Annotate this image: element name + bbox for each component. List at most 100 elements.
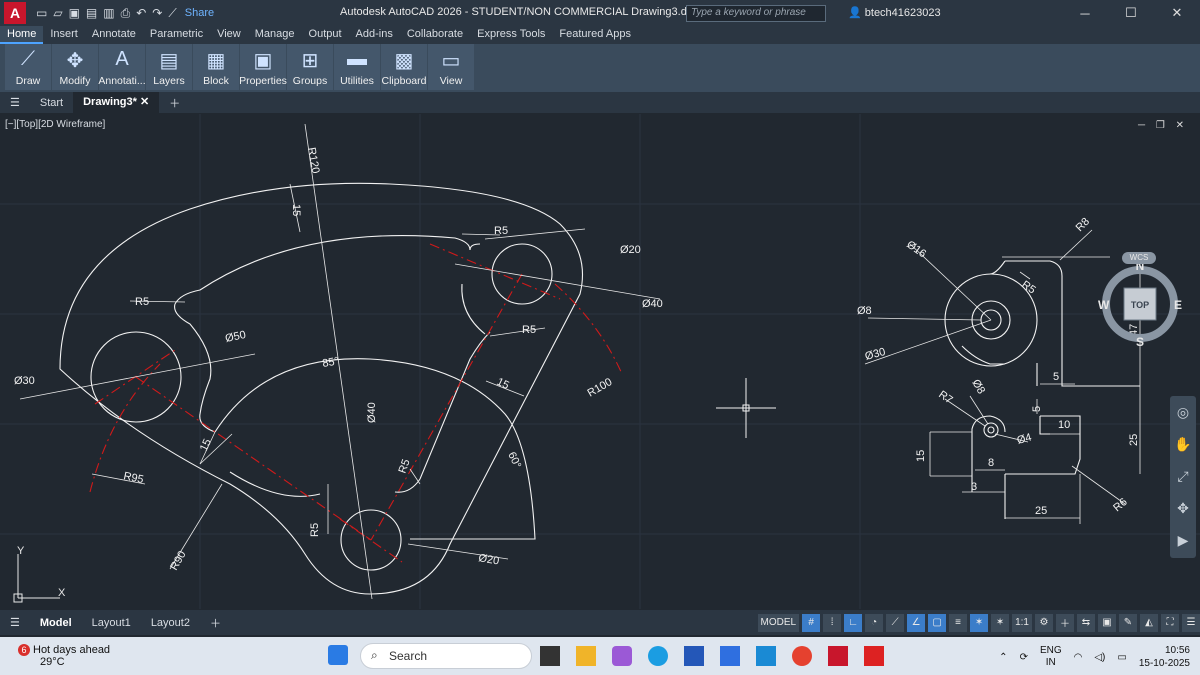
ribbon-tab-annotate[interactable]: Annotate: [85, 26, 143, 44]
ribbon-tab-parametric[interactable]: Parametric: [143, 26, 210, 44]
isolate-objects-icon[interactable]: ◭: [1140, 613, 1158, 632]
osnap-toggle-icon[interactable]: ▢: [928, 613, 947, 632]
weather-widget[interactable]: 6 Hot days ahead 29°C: [18, 644, 110, 668]
workspace-icon[interactable]: ⟋: [168, 6, 176, 21]
language-indicator[interactable]: ENG IN: [1040, 645, 1062, 669]
tab-drawing3[interactable]: Drawing3* ✕: [73, 92, 160, 113]
ribbon-panel-groups[interactable]: ⊞ Groups: [287, 44, 333, 90]
new-icon[interactable]: ▭: [36, 6, 47, 20]
showmotion-icon[interactable]: ▶: [1170, 524, 1196, 556]
model-space-toggle[interactable]: MODEL: [757, 613, 800, 632]
solidworks-icon[interactable]: [864, 646, 884, 666]
compass-east[interactable]: E: [1174, 298, 1182, 312]
isodraft-icon[interactable]: ⟋: [886, 613, 905, 632]
autocad-icon[interactable]: [828, 646, 848, 666]
help-search-input[interactable]: Type a keyword or phrase: [686, 5, 826, 22]
ribbon-panel-properties[interactable]: ▣ Properties: [239, 44, 287, 90]
pan-icon[interactable]: ✋: [1170, 428, 1196, 460]
user-account[interactable]: 👤 btech41623023: [848, 6, 941, 19]
ribbon-tab-express-tools[interactable]: Express Tools: [470, 26, 552, 44]
autoscale-icon[interactable]: ✶: [991, 613, 1010, 632]
fullscreen-icon[interactable]: ⛶: [1161, 613, 1179, 632]
taskbar-search[interactable]: ⌕ Search: [360, 643, 532, 669]
polar-toggle-icon[interactable]: ◔: [865, 613, 884, 632]
compass-west[interactable]: W: [1098, 298, 1110, 312]
vscode-icon[interactable]: [756, 646, 776, 666]
new-tab-button[interactable]: ＋: [159, 95, 190, 111]
edge-icon[interactable]: [648, 646, 668, 666]
ribbon-panel-view[interactable]: ▭ View: [428, 44, 474, 90]
viewcube-top-label[interactable]: TOP: [1131, 300, 1149, 310]
snap-toggle-icon[interactable]: ⁞: [823, 613, 842, 632]
task-view-icon[interactable]: [540, 646, 560, 666]
redo-icon[interactable]: ↷: [152, 6, 162, 20]
annotation-visibility-icon[interactable]: ✶: [970, 613, 989, 632]
file-explorer-icon[interactable]: [576, 646, 596, 666]
lineweight-icon[interactable]: ≡: [949, 613, 968, 632]
annotation-scale[interactable]: 1:1: [1012, 613, 1032, 632]
open-web-icon[interactable]: ▥: [103, 6, 114, 20]
ribbon-panel-layers[interactable]: ▤ Layers: [146, 44, 192, 90]
chrome-icon[interactable]: [792, 646, 812, 666]
plot-icon[interactable]: ⎙: [121, 6, 131, 21]
wcs-menu[interactable]: WCS: [1122, 252, 1156, 264]
file-tabs-menu-icon[interactable]: ☰: [0, 96, 30, 109]
ribbon-panel-draw[interactable]: ⟋ Draw: [5, 44, 51, 90]
application-menu-button[interactable]: A: [4, 2, 26, 24]
store-icon[interactable]: [684, 646, 704, 666]
ribbon-tab-output[interactable]: Output: [302, 26, 349, 44]
tab-layout1[interactable]: Layout1: [82, 617, 141, 629]
quick-properties-icon[interactable]: ▣: [1098, 613, 1116, 632]
annotation-monitor-icon[interactable]: ＋: [1056, 613, 1074, 632]
show-hidden-icons[interactable]: ⌃: [999, 652, 1007, 663]
ribbon-tab-view[interactable]: View: [210, 26, 248, 44]
ribbon-tab-add-ins[interactable]: Add-ins: [349, 26, 400, 44]
steering-wheel-icon[interactable]: ◎: [1170, 396, 1196, 428]
battery-icon[interactable]: ▭: [1117, 652, 1126, 663]
lock-ui-icon[interactable]: ✎: [1119, 613, 1137, 632]
osnap-tracking-icon[interactable]: ∠: [907, 613, 926, 632]
todo-icon[interactable]: [720, 646, 740, 666]
start-icon[interactable]: [328, 645, 348, 665]
ribbon-panel-modify[interactable]: ✥ Modify: [52, 44, 98, 90]
tab-start[interactable]: Start: [30, 97, 73, 109]
customize-icon[interactable]: ☰: [1182, 613, 1200, 632]
ribbon-panel-utilities[interactable]: ▬ Utilities: [334, 44, 380, 90]
open-icon[interactable]: ▱: [53, 6, 62, 20]
zoom-icon[interactable]: ⤢: [1170, 460, 1196, 492]
layout-menu-icon[interactable]: ☰: [0, 616, 30, 629]
ribbon-tab-manage[interactable]: Manage: [248, 26, 302, 44]
ribbon-tab-featured-apps[interactable]: Featured Apps: [552, 26, 638, 44]
add-layout-button[interactable]: ＋: [200, 615, 231, 631]
viewcube[interactable]: TOP N S E W: [1098, 262, 1182, 346]
ribbon-panel-annotati[interactable]: A Annotati...: [98, 44, 146, 90]
save-icon[interactable]: ▣: [69, 6, 80, 20]
ribbon-tab-insert[interactable]: Insert: [43, 26, 85, 44]
save-as-icon[interactable]: ▤: [86, 6, 97, 20]
undo-icon[interactable]: ↶: [136, 6, 146, 20]
workspace-gear-icon[interactable]: ⚙: [1035, 613, 1053, 632]
share-button[interactable]: Share: [185, 7, 214, 19]
ribbon-tab-home[interactable]: Home: [0, 26, 44, 44]
ribbon-panel-block[interactable]: ▦ Block: [193, 44, 239, 90]
drawing-canvas[interactable]: [−][Top][2D Wireframe] R120 15 R5 Ø20 Ø4…: [0, 114, 1200, 609]
minimize-button[interactable]: ─: [1062, 0, 1108, 26]
wifi-icon[interactable]: ◠: [1074, 652, 1083, 663]
tab-model[interactable]: Model: [30, 617, 82, 629]
close-button[interactable]: ✕: [1154, 0, 1200, 26]
volume-icon[interactable]: ◁): [1094, 652, 1105, 663]
units-icon[interactable]: ⇆: [1077, 613, 1095, 632]
copilot-icon[interactable]: [612, 646, 632, 666]
ortho-toggle-icon[interactable]: ∟: [844, 613, 863, 632]
orbit-icon[interactable]: ✥: [1170, 492, 1196, 524]
grid-toggle-icon[interactable]: #: [802, 613, 821, 632]
compass-south[interactable]: S: [1136, 335, 1144, 346]
ribbon-panel-clipboard[interactable]: ▩ Clipboard: [381, 44, 427, 90]
sync-icon[interactable]: ⟳: [1020, 652, 1028, 663]
tab-layout2[interactable]: Layout2: [141, 617, 200, 629]
ribbon-tab-collaborate[interactable]: Collaborate: [400, 26, 470, 44]
close-tab-icon[interactable]: ✕: [140, 96, 149, 108]
clock[interactable]: 10:56 15-10-2025: [1139, 644, 1190, 670]
viewport-window-controls[interactable]: ─ ❐ ✕: [1138, 120, 1188, 131]
maximize-button[interactable]: ☐: [1108, 0, 1154, 26]
